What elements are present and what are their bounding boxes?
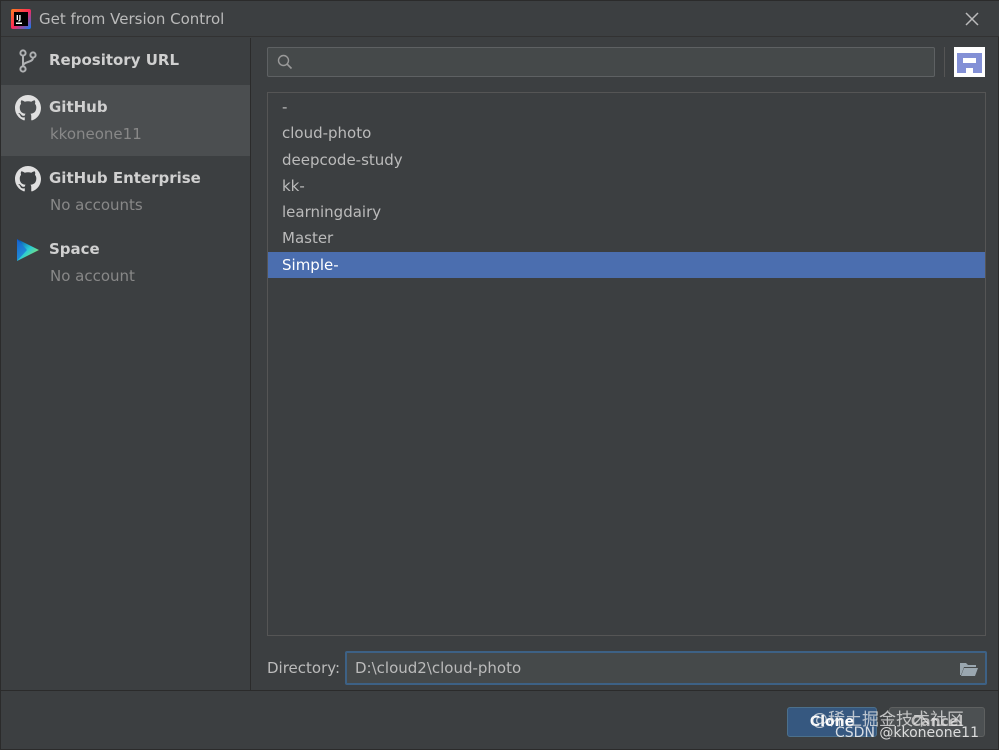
repository-list-item[interactable]: learningdairy bbox=[268, 199, 985, 225]
svg-text:IJ: IJ bbox=[16, 14, 21, 22]
space-icon bbox=[17, 239, 39, 261]
vcs-sidebar: Repository URL GitHub kkoneone11 GitHub … bbox=[1, 38, 251, 690]
title-bar: IJ Get from Version Control bbox=[1, 1, 999, 37]
directory-field[interactable] bbox=[345, 651, 987, 685]
sidebar-item-github[interactable]: GitHub kkoneone11 bbox=[1, 85, 250, 156]
directory-label: Directory: bbox=[267, 659, 341, 677]
github-icon bbox=[15, 95, 41, 121]
git-branch-icon bbox=[19, 49, 37, 73]
sidebar-item-label: Repository URL bbox=[49, 51, 179, 69]
repository-list[interactable]: - cloud-photo deepcode-study kk-learningdai… bbox=[267, 92, 986, 636]
repository-list-item[interactable]: Master bbox=[268, 225, 985, 251]
github-avatar[interactable] bbox=[954, 47, 985, 77]
sidebar-item-label: GitHub Enterprise bbox=[49, 169, 201, 187]
sidebar-item-repository-url[interactable]: Repository URL bbox=[1, 38, 250, 85]
repository-list-item[interactable]: cloud-photo bbox=[268, 120, 985, 146]
repository-list-item[interactable]: kk- bbox=[268, 173, 985, 199]
sidebar-item-space[interactable]: Space No account bbox=[1, 227, 250, 298]
github-enterprise-icon bbox=[15, 166, 41, 192]
sidebar-item-github-enterprise[interactable]: GitHub Enterprise No accounts bbox=[1, 156, 250, 227]
intellij-app-icon: IJ bbox=[11, 9, 31, 29]
folder-open-icon[interactable] bbox=[959, 660, 979, 678]
sidebar-item-label: GitHub bbox=[49, 98, 108, 116]
github-enterprise-account-status: No accounts bbox=[50, 196, 143, 214]
get-from-vcs-dialog: IJ Get from Version Control Repository U… bbox=[0, 0, 999, 750]
window-title: Get from Version Control bbox=[39, 10, 225, 28]
repository-list-item[interactable]: Simple- bbox=[268, 251, 985, 279]
repository-search-input[interactable] bbox=[298, 50, 928, 74]
github-account-name: kkoneone11 bbox=[50, 125, 142, 143]
clone-button[interactable]: Clone bbox=[787, 707, 877, 737]
footer-separator bbox=[1, 690, 999, 691]
repository-search-box[interactable] bbox=[267, 47, 935, 77]
cancel-button[interactable]: Cancel bbox=[889, 707, 985, 737]
search-icon bbox=[277, 54, 293, 70]
repository-list-item[interactable]: - bbox=[268, 94, 985, 120]
toolbar-separator bbox=[944, 47, 945, 77]
directory-input[interactable] bbox=[355, 657, 945, 679]
space-account-status: No account bbox=[50, 267, 135, 285]
repository-list-item[interactable]: deepcode-study bbox=[268, 147, 985, 173]
close-icon[interactable] bbox=[962, 9, 982, 29]
sidebar-item-label: Space bbox=[49, 240, 100, 258]
